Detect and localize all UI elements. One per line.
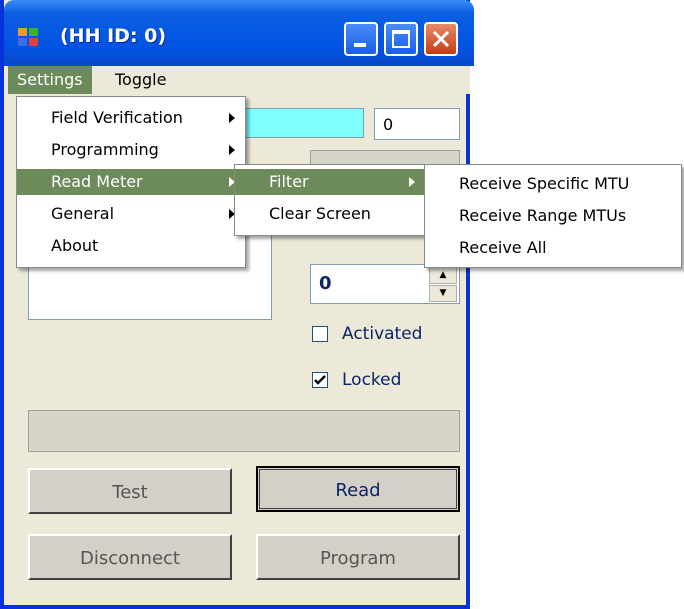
menu-item-receive-all[interactable]: Receive All bbox=[425, 235, 681, 261]
menu-item-general[interactable]: General bbox=[17, 201, 245, 227]
app-icon bbox=[18, 28, 40, 48]
menu-item-filter[interactable]: Filter bbox=[235, 169, 425, 195]
menu-item-label: Receive Range MTUs bbox=[459, 206, 627, 225]
locked-label: Locked bbox=[342, 370, 402, 390]
spinner-value[interactable]: 0 bbox=[319, 273, 332, 294]
cyan-field[interactable] bbox=[244, 108, 364, 138]
menu-item-label: Filter bbox=[269, 172, 309, 191]
close-icon bbox=[432, 30, 450, 48]
menu-item-label: Programming bbox=[51, 140, 159, 159]
menu-item-label: Clear Screen bbox=[269, 204, 371, 223]
numeric-spinner[interactable]: 0 ▲ ▼ bbox=[310, 264, 460, 304]
settings-menu: Field Verification Programming Read Mete… bbox=[16, 96, 246, 268]
menu-item-label: Receive Specific MTU bbox=[459, 174, 630, 193]
read-button[interactable]: Read bbox=[256, 466, 460, 512]
menu-item-programming[interactable]: Programming bbox=[17, 137, 245, 163]
test-button[interactable]: Test bbox=[28, 468, 232, 514]
submenu-arrow-icon bbox=[229, 145, 235, 155]
title-bar[interactable]: (HH ID: 0) bbox=[4, 0, 474, 66]
window-title: (HH ID: 0) bbox=[60, 25, 167, 47]
disconnect-button[interactable]: Disconnect bbox=[28, 534, 232, 580]
read-meter-submenu: Filter Clear Screen bbox=[234, 164, 426, 236]
menu-item-receive-specific-mtu[interactable]: Receive Specific MTU bbox=[425, 171, 681, 197]
menu-settings[interactable]: Settings bbox=[8, 66, 92, 94]
checkmark-icon bbox=[314, 375, 326, 385]
menu-item-label: General bbox=[51, 204, 115, 223]
menu-item-label: About bbox=[51, 236, 99, 255]
minimize-icon bbox=[354, 43, 366, 47]
menu-item-field-verification[interactable]: Field Verification bbox=[17, 105, 245, 131]
menu-item-clear-screen[interactable]: Clear Screen bbox=[235, 201, 425, 227]
menu-item-label: Receive All bbox=[459, 238, 547, 257]
number-input[interactable]: 0 bbox=[374, 108, 460, 140]
activated-label: Activated bbox=[342, 324, 423, 344]
app-window: (HH ID: 0) Settings Toggle 0 0 ▲ ▼ Activ… bbox=[0, 0, 474, 609]
menu-item-receive-range-mtus[interactable]: Receive Range MTUs bbox=[425, 203, 681, 229]
locked-checkbox[interactable] bbox=[312, 372, 328, 388]
submenu-arrow-icon bbox=[409, 177, 415, 187]
menu-item-label: Field Verification bbox=[51, 108, 183, 127]
filter-submenu: Receive Specific MTU Receive Range MTUs … bbox=[424, 164, 682, 268]
spin-down-button[interactable]: ▼ bbox=[429, 285, 457, 302]
maximize-button[interactable] bbox=[384, 22, 418, 56]
maximize-icon bbox=[392, 30, 410, 48]
minimize-button[interactable] bbox=[344, 22, 378, 56]
menu-toggle[interactable]: Toggle bbox=[106, 66, 175, 94]
menu-bar: Settings Toggle bbox=[8, 66, 470, 94]
activated-checkbox[interactable] bbox=[312, 326, 328, 342]
status-bar bbox=[28, 410, 460, 452]
spin-up-button[interactable]: ▲ bbox=[429, 267, 457, 284]
close-button[interactable] bbox=[424, 22, 458, 56]
menu-item-label: Read Meter bbox=[51, 172, 143, 191]
menu-item-about[interactable]: About bbox=[17, 233, 245, 259]
submenu-arrow-icon bbox=[229, 113, 235, 123]
program-button[interactable]: Program bbox=[256, 534, 460, 580]
menu-item-read-meter[interactable]: Read Meter bbox=[17, 169, 245, 195]
